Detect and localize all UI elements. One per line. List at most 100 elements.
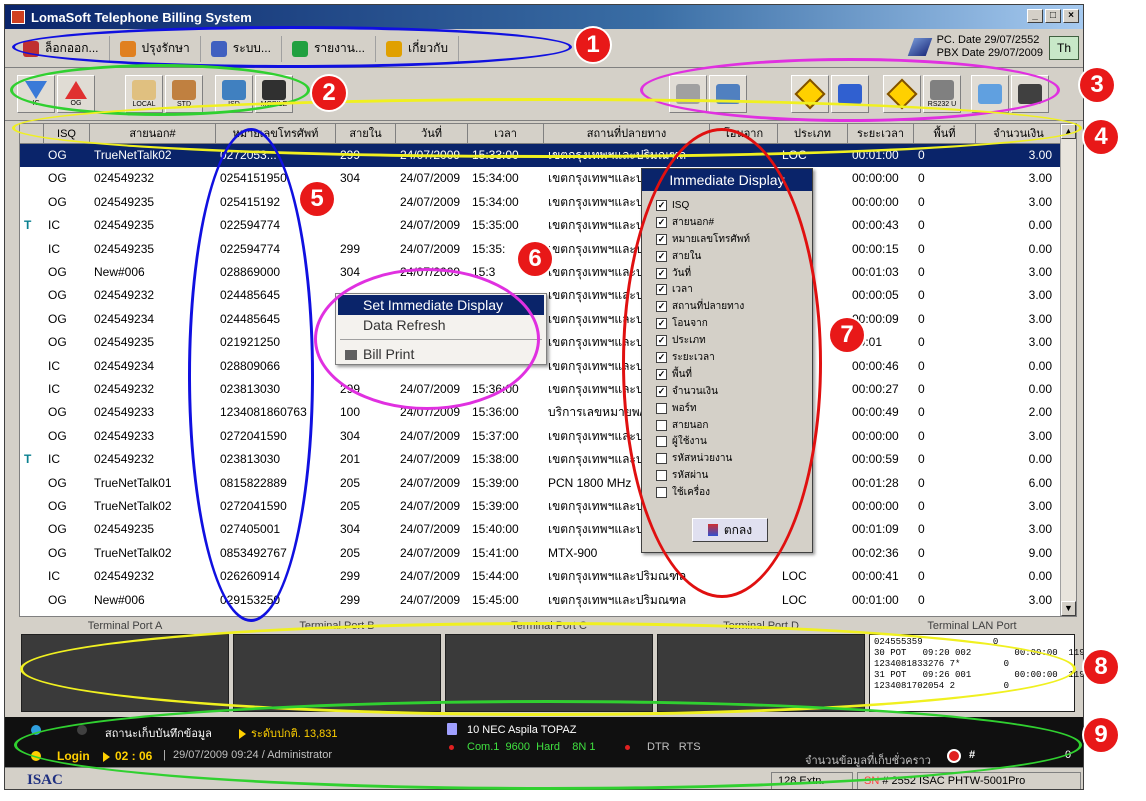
cell-flag (24, 401, 44, 424)
toolbar-action-7[interactable] (1011, 75, 1049, 113)
display-option[interactable]: ✓ โอนจาก (656, 315, 812, 332)
column-header[interactable]: สายนอก# (90, 124, 216, 144)
cell-trunk: 024549232 (94, 452, 155, 467)
ok-button[interactable]: ตกลง (692, 518, 768, 542)
vertical-scrollbar[interactable]: ▲ ▼ (1060, 124, 1076, 616)
checkbox-unchecked[interactable] (656, 419, 667, 431)
main-window: LomaSoft Telephone Billing System _ □ × … (4, 4, 1084, 790)
toolbar-button-mobile[interactable]: MOBILE (255, 75, 293, 113)
menu-item-3[interactable]: รายงาน... (282, 35, 376, 62)
table-row[interactable]: OG TrueNetTalk02 0272053... 299 24/07/2009 15… (20, 144, 1062, 167)
scroll-up-arrow-icon[interactable]: ▲ (1061, 124, 1076, 139)
table-row[interactable]: T IC 024549232 023813030 201 24/07/2009 15:38:… (20, 448, 1062, 471)
checkbox-checked[interactable]: ✓ (656, 267, 667, 279)
display-option[interactable]: ✓ หมายเลขโทรศัพท์ (656, 231, 812, 248)
display-option[interactable]: ✓ เวลา (656, 281, 812, 298)
terminal-ports: Terminal Port A Terminal Port B Terminal… (19, 619, 1083, 715)
circle-settings-icon (676, 84, 700, 104)
table-row[interactable]: OG 024549235 027405001 304 24/07/2009 15:40:0… (20, 518, 1062, 541)
column-header[interactable]: ระยะเวลา (848, 124, 914, 144)
display-option[interactable]: ✓ จำนวนเงิน (656, 383, 812, 400)
column-header[interactable]: หมายเลขโทรศัพท์ (216, 124, 336, 144)
display-option[interactable]: ✓ สายนอก# (656, 214, 812, 231)
toolbar-action-6[interactable] (971, 75, 1009, 113)
table-row[interactable]: T IC 024549235 022594774 24/07/2009 15:35:00 เ… (20, 214, 1062, 237)
close-button[interactable]: × (1063, 9, 1079, 23)
toolbar-action-1[interactable] (709, 75, 747, 113)
checkbox-unchecked[interactable] (656, 453, 667, 465)
checkbox-checked[interactable]: ✓ (656, 216, 667, 228)
checkbox-checked[interactable]: ✓ (656, 385, 667, 397)
display-option[interactable]: ✓ สายใน (656, 248, 812, 265)
toolbar-action-2[interactable] (791, 75, 829, 113)
column-header[interactable]: สถานที่ปลายทาง (544, 124, 710, 144)
checkbox-checked[interactable]: ✓ (656, 335, 667, 347)
table-row[interactable]: OG 024549233 0272041590 304 24/07/2009 15:37:… (20, 425, 1062, 448)
menu-item-1[interactable]: ปรุงรักษา (110, 35, 201, 62)
display-option[interactable]: ผู้ใช้งาน (656, 433, 812, 450)
table-row[interactable]: IC 024549232 023813030 299 24/07/2009 15:36:0… (20, 378, 1062, 401)
display-option[interactable]: ✓ ประเภท (656, 332, 812, 349)
menu-item-4[interactable]: เกี่ยวกับ (376, 35, 459, 62)
display-option[interactable]: ✓ สถานที่ปลายทาง (656, 298, 812, 315)
toolbar-action-4[interactable] (883, 75, 921, 113)
checkbox-unchecked[interactable] (656, 487, 667, 499)
column-header[interactable]: เวลา (468, 124, 544, 144)
column-header[interactable]: พื้นที่ (914, 124, 976, 144)
menu-item-0[interactable]: ล็อกออก... (13, 35, 110, 62)
display-option[interactable]: รหัสผ่าน (656, 467, 812, 484)
cell-trunk: 024549235 (94, 522, 155, 537)
maximize-button[interactable]: □ (1045, 9, 1061, 23)
display-option[interactable]: พอร์ท (656, 400, 812, 417)
menu-item-set-immediate-display[interactable]: Set Immediate Display (338, 295, 544, 315)
column-header[interactable]: ประเภท (778, 124, 848, 144)
display-option[interactable]: ใช้เครื่อง (656, 484, 812, 501)
table-row[interactable]: OG 024549233 1234081860763 100 24/07/2009 15:… (20, 401, 1062, 424)
display-option[interactable]: สายนอก (656, 417, 812, 434)
table-row[interactable]: OG TrueNetTalk02 0272041590 205 24/07/2009 15… (20, 495, 1062, 518)
toolbar-action-3[interactable] (831, 75, 869, 113)
checkbox-checked[interactable]: ✓ (656, 199, 667, 211)
toolbar-button-ic[interactable]: IC (17, 75, 55, 113)
column-header[interactable]: สายใน (336, 124, 396, 144)
table-row[interactable]: OG TrueNetTalk02 0853492767 205 24/07/2009 15… (20, 542, 1062, 565)
toolbar-action-0[interactable] (669, 75, 707, 113)
column-header[interactable]: จำนวนเงิน (976, 124, 1062, 144)
column-header[interactable]: วันที่ (396, 124, 468, 144)
table-row[interactable]: OG New#006 029153250 299 24/07/2009 15:45:00 เ… (20, 589, 1062, 612)
toolbar-button-local[interactable]: LOCAL (125, 75, 163, 113)
display-option[interactable]: ✓ วันที่ (656, 265, 812, 282)
menu-item-bill-print[interactable]: Bill Print (336, 344, 546, 364)
display-option[interactable]: ✓ พื้นที่ (656, 366, 812, 383)
table-row[interactable]: IC 024549232 026260914 299 24/07/2009 15:44:0… (20, 565, 1062, 588)
menu-item-data-refresh[interactable]: Data Refresh (336, 315, 546, 335)
minimize-button[interactable]: _ (1027, 9, 1043, 23)
column-header[interactable]: โอนจาก (710, 124, 778, 144)
checkbox-checked[interactable]: ✓ (656, 250, 667, 262)
checkbox-unchecked[interactable] (656, 470, 667, 482)
column-header[interactable]: ISQ (44, 124, 90, 144)
display-option[interactable]: รหัสหน่วยงาน (656, 450, 812, 467)
cell-phone: 024485645 (220, 288, 281, 303)
checkbox-checked[interactable]: ✓ (656, 318, 667, 330)
display-option[interactable]: ✓ ISQ (656, 197, 812, 214)
checkbox-checked[interactable]: ✓ (656, 301, 667, 313)
display-option[interactable]: ✓ ระยะเวลา (656, 349, 812, 366)
table-row[interactable]: OG 024549235 025415192 24/07/2009 15:34:00 เข… (20, 191, 1062, 214)
checkbox-unchecked[interactable] (656, 402, 667, 414)
checkbox-checked[interactable]: ✓ (656, 233, 667, 245)
checkbox-checked[interactable]: ✓ (656, 351, 667, 363)
checkbox-checked[interactable]: ✓ (656, 368, 667, 380)
toolbar-button-og[interactable]: OG (57, 75, 95, 113)
menu-item-2[interactable]: ระบบ... (201, 35, 282, 62)
toolbar-action-5[interactable]: RS232 U (923, 75, 961, 113)
table-row[interactable]: OG TrueNetTalk01 0815822889 205 24/07/2009 15… (20, 472, 1062, 495)
cell-flag (24, 144, 44, 167)
language-button[interactable]: Th (1049, 36, 1079, 60)
toolbar-button-std[interactable]: STD (165, 75, 203, 113)
toolbar-button-isd[interactable]: ISD (215, 75, 253, 113)
checkbox-unchecked[interactable] (656, 436, 667, 448)
scroll-down-arrow-icon[interactable]: ▼ (1061, 601, 1076, 616)
checkbox-checked[interactable]: ✓ (656, 284, 667, 296)
table-row[interactable]: OG 024549232 0254151950 304 24/07/2009 15:34:… (20, 167, 1062, 190)
